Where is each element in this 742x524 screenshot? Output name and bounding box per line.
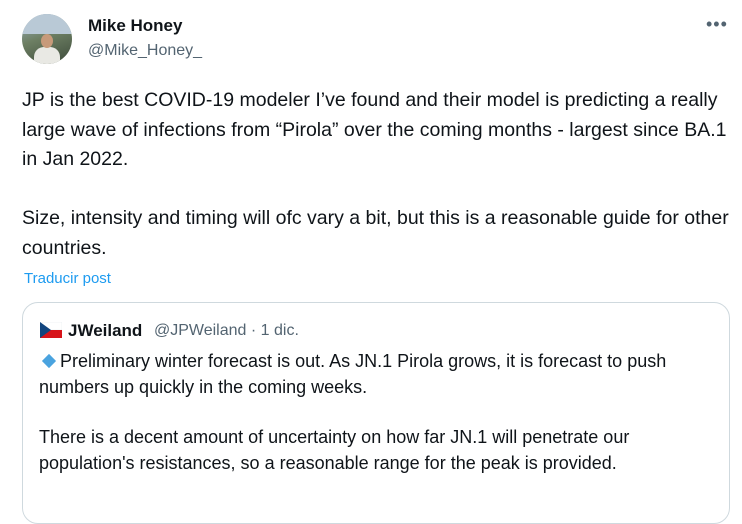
author-name[interactable]: Mike Honey: [88, 16, 182, 36]
czech-flag-icon: [40, 322, 62, 338]
author-avatar[interactable]: [22, 14, 72, 64]
quoted-tweet-text: Preliminary winter forecast is out. As J…: [39, 349, 719, 476]
quoted-paragraph-2: There is a decent amount of uncertainty …: [39, 427, 630, 473]
author-handle[interactable]: @Mike_Honey_: [88, 42, 202, 60]
more-options-icon[interactable]: •••: [706, 14, 728, 35]
quoted-tweet[interactable]: JWeiland @JPWeiland · 1 dic. Preliminary…: [22, 302, 730, 524]
avatar-face: [41, 34, 53, 48]
quoted-author-name[interactable]: JWeiland: [68, 321, 142, 341]
quoted-paragraph-1-text: Preliminary winter forecast is out. As J…: [39, 351, 667, 397]
blue-diamond-icon: [41, 353, 57, 369]
avatar-background: [22, 14, 72, 34]
quoted-paragraph-1: Preliminary winter forecast is out. As J…: [39, 349, 719, 400]
quoted-author-meta[interactable]: @JPWeiland · 1 dic.: [154, 322, 299, 340]
tweet-text: JP is the best COVID-19 modeler I’ve fou…: [22, 89, 729, 259]
avatar-figure: [34, 47, 60, 64]
translate-post-link[interactable]: Traducir post: [24, 270, 111, 287]
